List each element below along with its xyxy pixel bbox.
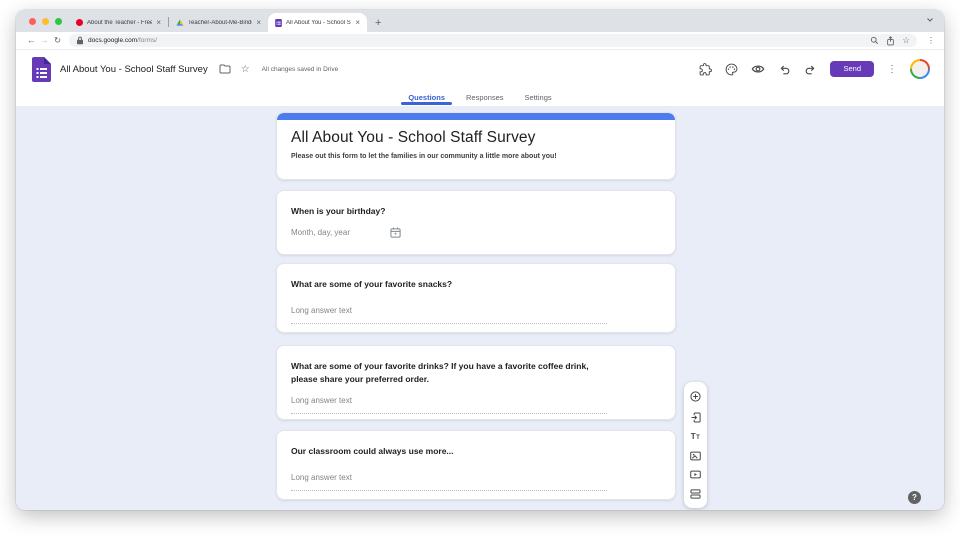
redo-icon[interactable] — [804, 64, 817, 75]
tab-title: All About You - School Staff S — [286, 20, 351, 26]
close-window-button[interactable] — [29, 18, 36, 25]
calendar-icon[interactable] — [390, 227, 401, 238]
url-path: /forms/ — [137, 37, 157, 44]
tab-questions[interactable]: Questions — [406, 88, 447, 106]
date-placeholder: Month, day, year — [291, 228, 350, 237]
send-button[interactable]: Send — [830, 61, 874, 77]
star-doc-icon[interactable]: ☆ — [241, 64, 250, 75]
bookmark-star-icon[interactable]: ☆ — [902, 35, 910, 46]
form-title[interactable]: All About You - School Staff Survey — [277, 120, 675, 147]
question-text[interactable]: Our classroom could always use more... — [277, 431, 675, 458]
google-forms-logo[interactable] — [32, 57, 51, 82]
back-button[interactable]: ← — [25, 36, 38, 45]
question-card-2[interactable]: What are some of your favorite snacks? L… — [276, 263, 676, 333]
close-tab-icon[interactable]: × — [256, 19, 261, 27]
long-answer-field: Long answer text — [291, 390, 607, 414]
answer-placeholder: Long answer text — [291, 473, 352, 482]
customize-theme-icon[interactable] — [725, 63, 738, 76]
avatar-image — [912, 61, 928, 77]
date-answer-field: Month, day, year — [291, 227, 401, 238]
browser-tab-strip: About the Teacher - Free Prin × Teacher-… — [16, 10, 944, 32]
long-answer-field: Long answer text — [291, 300, 607, 324]
address-bar[interactable]: docs.google.com/forms/ ☆ — [69, 34, 917, 47]
add-text-icon[interactable]: Tt — [691, 432, 701, 441]
undo-icon[interactable] — [778, 64, 791, 75]
form-description[interactable]: Please out this form to let the families… — [277, 147, 675, 160]
answer-placeholder: Long answer text — [291, 396, 352, 405]
new-tab-button[interactable]: + — [375, 18, 381, 29]
add-ons-icon[interactable] — [699, 63, 712, 76]
chevron-down-icon[interactable] — [926, 17, 934, 23]
tab-settings[interactable]: Settings — [523, 88, 554, 106]
form-title-card[interactable]: All About You - School Staff Survey Plea… — [276, 112, 676, 180]
long-answer-field: Long answer text — [291, 467, 607, 491]
browser-tab-2[interactable]: Teacher-About-Me-Binder-fro × — [169, 13, 268, 32]
question-card-1[interactable]: When is your birthday? Month, day, year — [276, 190, 676, 255]
browser-tab-1[interactable]: About the Teacher - Free Prin × — [69, 13, 168, 32]
omnibox-actions: ☆ — [870, 35, 910, 46]
url-text: docs.google.com/forms/ — [88, 37, 157, 44]
form-theme-bar — [277, 113, 675, 120]
google-forms-favicon — [275, 19, 282, 27]
forward-button[interactable]: → — [38, 36, 51, 45]
account-avatar[interactable] — [910, 59, 930, 79]
google-drive-favicon — [176, 19, 184, 26]
doc-meta-actions: ☆ — [219, 64, 250, 75]
window-controls — [16, 10, 69, 32]
add-video-icon[interactable] — [690, 470, 701, 479]
url-domain: docs.google.com — [88, 37, 137, 44]
answer-placeholder: Long answer text — [291, 306, 352, 315]
browser-tab-active[interactable]: All About You - School Staff S × — [268, 13, 367, 32]
question-card-4[interactable]: Our classroom could always use more... L… — [276, 430, 676, 500]
zoom-window-button[interactable] — [55, 18, 62, 25]
header-actions: Send ⋮ — [699, 59, 930, 79]
close-tab-icon[interactable]: × — [355, 19, 360, 27]
document-title[interactable]: All About You - School Staff Survey — [60, 64, 208, 75]
close-tab-icon[interactable]: × — [156, 19, 161, 27]
forms-app-header: All About You - School Staff Survey ☆ Al… — [16, 50, 944, 88]
browser-window: About the Teacher - Free Prin × Teacher-… — [16, 10, 944, 510]
question-text[interactable]: When is your birthday? — [277, 191, 675, 218]
help-button[interactable]: ? — [908, 491, 921, 504]
question-card-3[interactable]: What are some of your favorite drinks? I… — [276, 345, 676, 420]
preview-eye-icon[interactable] — [751, 64, 765, 74]
lock-icon — [76, 36, 84, 45]
folder-icon[interactable] — [219, 64, 231, 74]
reload-button[interactable]: ↻ — [51, 36, 64, 45]
question-text[interactable]: What are some of your favorite drinks? I… — [277, 346, 629, 386]
search-icon[interactable] — [870, 36, 879, 45]
tab-responses[interactable]: Responses — [464, 88, 506, 106]
tab-title: About the Teacher - Free Prin — [87, 20, 152, 26]
save-status: All changes saved in Drive — [262, 66, 339, 73]
question-text[interactable]: What are some of your favorite snacks? — [277, 264, 675, 291]
form-nav-tabs: Questions Responses Settings — [16, 88, 944, 106]
pinterest-favicon — [76, 19, 83, 26]
question-toolbar: Tt — [684, 382, 707, 508]
add-section-icon[interactable] — [690, 489, 701, 499]
import-questions-icon[interactable] — [691, 412, 701, 423]
tab-title: Teacher-About-Me-Binder-fro — [188, 20, 252, 26]
minimize-window-button[interactable] — [42, 18, 49, 25]
share-icon[interactable] — [886, 36, 895, 46]
add-image-icon[interactable] — [690, 451, 701, 461]
browser-menu-icon[interactable]: ⋮ — [927, 36, 935, 45]
add-question-icon[interactable] — [690, 391, 701, 402]
browser-toolbar: ← → ↻ docs.google.com/forms/ ☆ — [16, 32, 944, 50]
more-options-icon[interactable]: ⋮ — [887, 64, 897, 75]
form-canvas: All About You - School Staff Survey Plea… — [16, 106, 944, 510]
